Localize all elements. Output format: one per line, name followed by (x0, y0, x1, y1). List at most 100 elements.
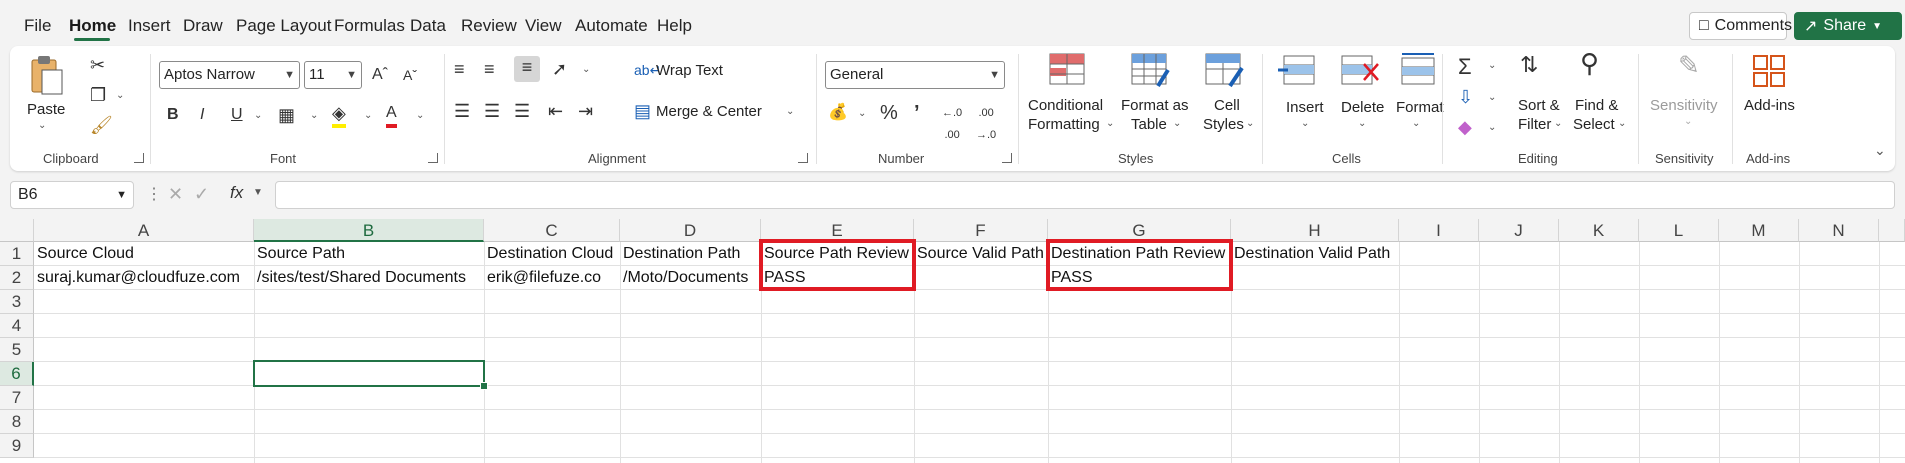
font-family-select[interactable]: Aptos Narrow ▼ (159, 61, 300, 89)
chevron-down-icon[interactable]: ⌄ (364, 110, 372, 121)
format-as-table-icon[interactable] (1130, 52, 1170, 93)
column-header-n[interactable]: N (1799, 219, 1879, 242)
row-header-8[interactable]: 8 (0, 410, 34, 434)
wrap-text-button[interactable]: Wrap Text (656, 61, 723, 80)
chevron-down-icon[interactable]: ⌄ (1488, 60, 1496, 71)
row-header-2[interactable]: 2 (0, 266, 34, 290)
cell-b2[interactable]: /sites/test/Shared Documents (254, 266, 466, 290)
column-header-d[interactable]: D (620, 219, 761, 242)
format-cells-button[interactable]: Format (1396, 98, 1444, 117)
chevron-down-icon[interactable]: ⌄ (786, 106, 794, 117)
more-options-icon[interactable]: ⋮ (146, 184, 162, 204)
menu-help[interactable]: Help (657, 16, 692, 36)
column-header-j[interactable]: J (1479, 219, 1559, 242)
chevron-down-icon[interactable]: ▼ (253, 187, 263, 198)
number-format-select[interactable]: General ▼ (825, 61, 1005, 89)
alignment-launcher-icon[interactable] (798, 153, 808, 163)
chevron-down-icon[interactable]: ⌄ (1301, 118, 1309, 129)
comma-style-icon[interactable]: ’ (914, 102, 920, 124)
menu-insert[interactable]: Insert (128, 16, 171, 36)
menu-review[interactable]: Review (461, 16, 517, 36)
cell-styles-button[interactable]: Cell (1214, 96, 1240, 115)
row-header-9[interactable]: 9 (0, 434, 34, 458)
borders-icon[interactable]: ▦ (278, 104, 295, 126)
chevron-down-icon[interactable]: ⌄ (254, 110, 262, 121)
clear-icon[interactable]: ◆ (1458, 116, 1472, 138)
row-header-4[interactable]: 4 (0, 314, 34, 338)
menu-data[interactable]: Data (410, 16, 446, 36)
increase-indent-icon[interactable]: ⇥ (578, 100, 593, 122)
delete-cells-button[interactable]: Delete (1341, 98, 1384, 117)
column-header-i[interactable]: I (1399, 219, 1479, 242)
insert-cells-icon[interactable] (1278, 54, 1318, 93)
chevron-down-icon[interactable]: ⌄ (1173, 118, 1181, 129)
row-header-6[interactable]: 6 (0, 362, 34, 386)
accounting-format-icon[interactable]: 💰 (828, 102, 848, 124)
cell-a1[interactable]: Source Cloud (34, 242, 134, 266)
fill-handle[interactable] (480, 382, 488, 390)
menu-formulas[interactable]: Formulas (334, 16, 405, 36)
comments-button[interactable]: □ Comments (1689, 12, 1792, 40)
chevron-down-icon[interactable]: ⌄ (1106, 118, 1114, 129)
column-header-m[interactable]: M (1719, 219, 1799, 242)
clipboard-launcher-icon[interactable] (134, 153, 144, 163)
cell-c2[interactable]: erik@filefuze.co (484, 266, 601, 290)
select-all-corner[interactable] (0, 219, 34, 242)
increase-font-size-icon[interactable]: Aˆ (372, 64, 388, 86)
align-center-icon[interactable]: ☰ (484, 100, 500, 122)
format-as-table-button[interactable]: Format as (1121, 96, 1189, 115)
row-header-5[interactable]: 5 (0, 338, 34, 362)
column-header-k[interactable]: K (1559, 219, 1639, 242)
decrease-font-size-icon[interactable]: Aˇ (403, 64, 417, 86)
merge-center-icon[interactable]: ▤ (634, 100, 651, 122)
menu-file[interactable]: File (24, 16, 51, 36)
copy-icon[interactable]: ❐ (90, 84, 106, 106)
cell-a2[interactable]: suraj.kumar@cloudfuze.com (34, 266, 240, 290)
row-header-1[interactable]: 1 (0, 242, 34, 266)
number-launcher-icon[interactable] (1002, 153, 1012, 163)
fill-icon[interactable]: ⇩ (1458, 86, 1473, 108)
italic-button[interactable]: I (200, 104, 204, 126)
cell-d2[interactable]: /Moto/Documents (620, 266, 748, 290)
share-button[interactable]: ↗ Share ▼ (1794, 12, 1902, 40)
chevron-down-icon[interactable]: ⌄ (1488, 122, 1496, 133)
column-header-a[interactable]: A (34, 219, 254, 242)
selected-cell-b6[interactable] (253, 360, 485, 387)
decrease-indent-icon[interactable]: ⇤ (548, 100, 563, 122)
find-select-icon[interactable]: ⚲ (1580, 50, 1599, 76)
menu-automate[interactable]: Automate (575, 16, 648, 36)
cell-h1[interactable]: Destination Valid Path (1231, 242, 1390, 266)
align-middle-icon[interactable]: ≡ (484, 58, 495, 80)
font-launcher-icon[interactable] (428, 153, 438, 163)
column-header-l[interactable]: L (1639, 219, 1719, 242)
formula-input[interactable] (275, 181, 1895, 209)
orientation-icon[interactable]: ➚ (552, 58, 567, 80)
cell-d1[interactable]: Destination Path (620, 242, 740, 266)
conditional-formatting-button[interactable]: Conditional (1028, 96, 1103, 115)
decrease-decimal-icon[interactable]: .00 →.0 (976, 102, 996, 146)
align-top-icon[interactable]: ≡ (454, 58, 465, 80)
column-header-f[interactable]: F (914, 219, 1048, 242)
chevron-down-icon[interactable]: ⌄ (858, 108, 866, 119)
chevron-down-icon[interactable]: ⌄ (1618, 118, 1626, 129)
increase-decimal-icon[interactable]: ←.0.00 (942, 102, 962, 146)
chevron-down-icon[interactable]: ⌄ (1358, 118, 1366, 129)
chevron-down-icon[interactable]: ⌄ (1246, 118, 1254, 129)
cell-f1[interactable]: Source Valid Path (914, 242, 1044, 266)
format-cells-icon[interactable] (1398, 52, 1438, 93)
column-header-b[interactable]: B (254, 219, 484, 242)
add-ins-button[interactable]: Add-ins (1744, 96, 1795, 115)
row-header-7[interactable]: 7 (0, 386, 34, 410)
menu-view[interactable]: View (525, 16, 562, 36)
align-bottom-icon[interactable]: ≡ (514, 56, 540, 82)
chevron-down-icon[interactable]: ⌄ (416, 110, 424, 121)
insert-function-icon[interactable]: fx (230, 183, 243, 203)
align-right-icon[interactable]: ☰ (514, 100, 530, 122)
row-header-3[interactable]: 3 (0, 290, 34, 314)
bold-button[interactable]: B (167, 104, 179, 126)
underline-button[interactable]: U (231, 104, 243, 126)
chevron-down-icon[interactable]: ⌄ (582, 64, 590, 75)
menu-draw[interactable]: Draw (183, 16, 223, 36)
insert-cells-button[interactable]: Insert (1286, 98, 1324, 117)
chevron-down-icon[interactable]: ⌄ (1412, 118, 1420, 129)
